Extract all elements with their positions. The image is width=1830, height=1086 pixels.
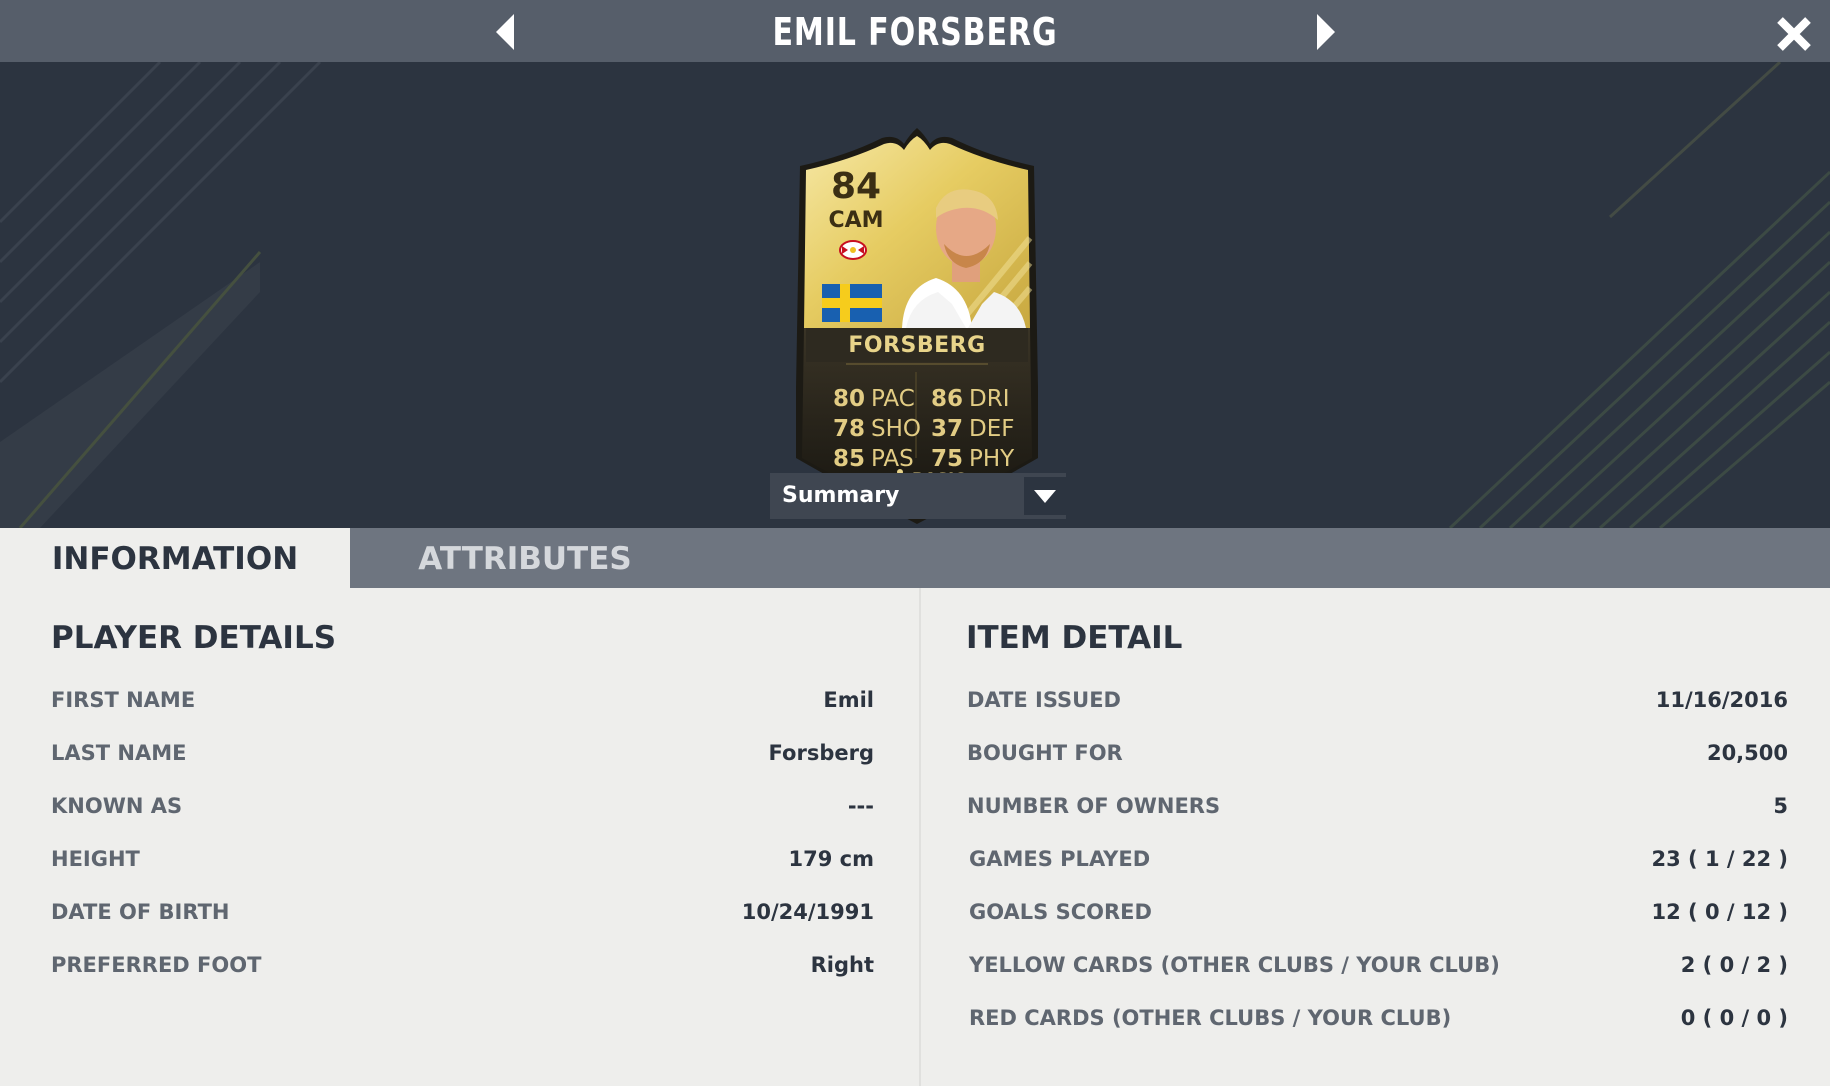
detail-label: DATE OF BIRTH <box>51 900 230 924</box>
detail-label: NUMBER OF OWNERS <box>967 794 1221 818</box>
details-panel: PLAYER DETAILS FIRST NAME Emil LAST NAME… <box>0 588 1830 1086</box>
stat-pas: 85 PAS <box>833 446 914 472</box>
card-position: CAM <box>828 208 884 233</box>
detail-value: 2 ( 0 / 2 ) <box>1680 953 1788 977</box>
club-crest-icon <box>839 240 867 260</box>
detail-label: KNOWN AS <box>51 794 183 818</box>
card-rating: 84 <box>830 166 882 207</box>
detail-label: PREFERRED FOOT <box>51 953 262 977</box>
detail-label: LAST NAME <box>51 741 187 765</box>
close-x-icon <box>1777 17 1811 51</box>
dropdown-selected-value: Summary <box>782 483 900 508</box>
detail-value: Emil <box>823 688 874 712</box>
detail-value: 179 cm <box>788 847 874 871</box>
caret-right-icon <box>1317 14 1335 50</box>
tab-bar: INFORMATION ATTRIBUTES <box>0 528 1830 588</box>
stat-sho: 78 SHO <box>833 416 922 442</box>
detail-label: HEIGHT <box>51 847 140 871</box>
chevron-down-icon <box>1034 490 1056 503</box>
title-bar: EMIL FORSBERG <box>0 0 1830 62</box>
detail-value: 10/24/1991 <box>741 900 874 924</box>
view-select-dropdown[interactable]: Summary <box>770 473 1066 519</box>
tab-information[interactable]: INFORMATION <box>0 528 350 588</box>
detail-value: 5 <box>1773 794 1788 818</box>
tab-attributes[interactable]: ATTRIBUTES <box>350 528 700 588</box>
card-showcase: 84 CAM FORSBERG 80 PAC 86 DRI 78 SHO 37 DEF … <box>0 62 1830 528</box>
detail-label: RED CARDS (OTHER CLUBS / YOUR CLUB) <box>969 1006 1452 1030</box>
detail-label: GOALS SCORED <box>969 900 1152 924</box>
detail-value: 12 ( 0 / 12 ) <box>1651 900 1788 924</box>
next-player-button[interactable] <box>1313 12 1337 52</box>
column-divider <box>919 588 921 1086</box>
detail-label: GAMES PLAYED <box>969 847 1151 871</box>
detail-value: Forsberg <box>768 741 874 765</box>
caret-left-icon <box>496 14 514 50</box>
detail-value: 23 ( 1 / 22 ) <box>1651 847 1788 871</box>
card-player-name: FORSBERG <box>848 333 986 358</box>
detail-value: --- <box>847 794 874 818</box>
detail-value: Right <box>810 953 874 977</box>
detail-value: 20,500 <box>1706 741 1788 765</box>
stat-def: 37 DEF <box>931 416 1015 442</box>
player-details-title: PLAYER DETAILS <box>51 620 337 656</box>
detail-label: BOUGHT FOR <box>967 741 1123 765</box>
detail-label: DATE ISSUED <box>967 688 1121 712</box>
detail-value: 0 ( 0 / 0 ) <box>1680 1006 1788 1030</box>
close-button[interactable] <box>1774 14 1814 54</box>
item-detail-title: ITEM DETAIL <box>966 620 1183 656</box>
detail-label: FIRST NAME <box>51 688 196 712</box>
detail-label: YELLOW CARDS (OTHER CLUBS / YOUR CLUB) <box>969 953 1500 977</box>
previous-player-button[interactable] <box>494 12 518 52</box>
dropdown-toggle[interactable] <box>1024 477 1066 515</box>
stat-pac: 80 PAC <box>833 386 915 412</box>
sweden-flag-icon <box>822 284 882 322</box>
detail-value: 11/16/2016 <box>1655 688 1788 712</box>
player-card[interactable]: 84 CAM FORSBERG 80 PAC 86 DRI 78 SHO 37 DEF … <box>786 128 1048 524</box>
player-title: EMIL FORSBERG <box>772 10 1058 54</box>
stat-dri: 86 DRI <box>931 386 1010 412</box>
